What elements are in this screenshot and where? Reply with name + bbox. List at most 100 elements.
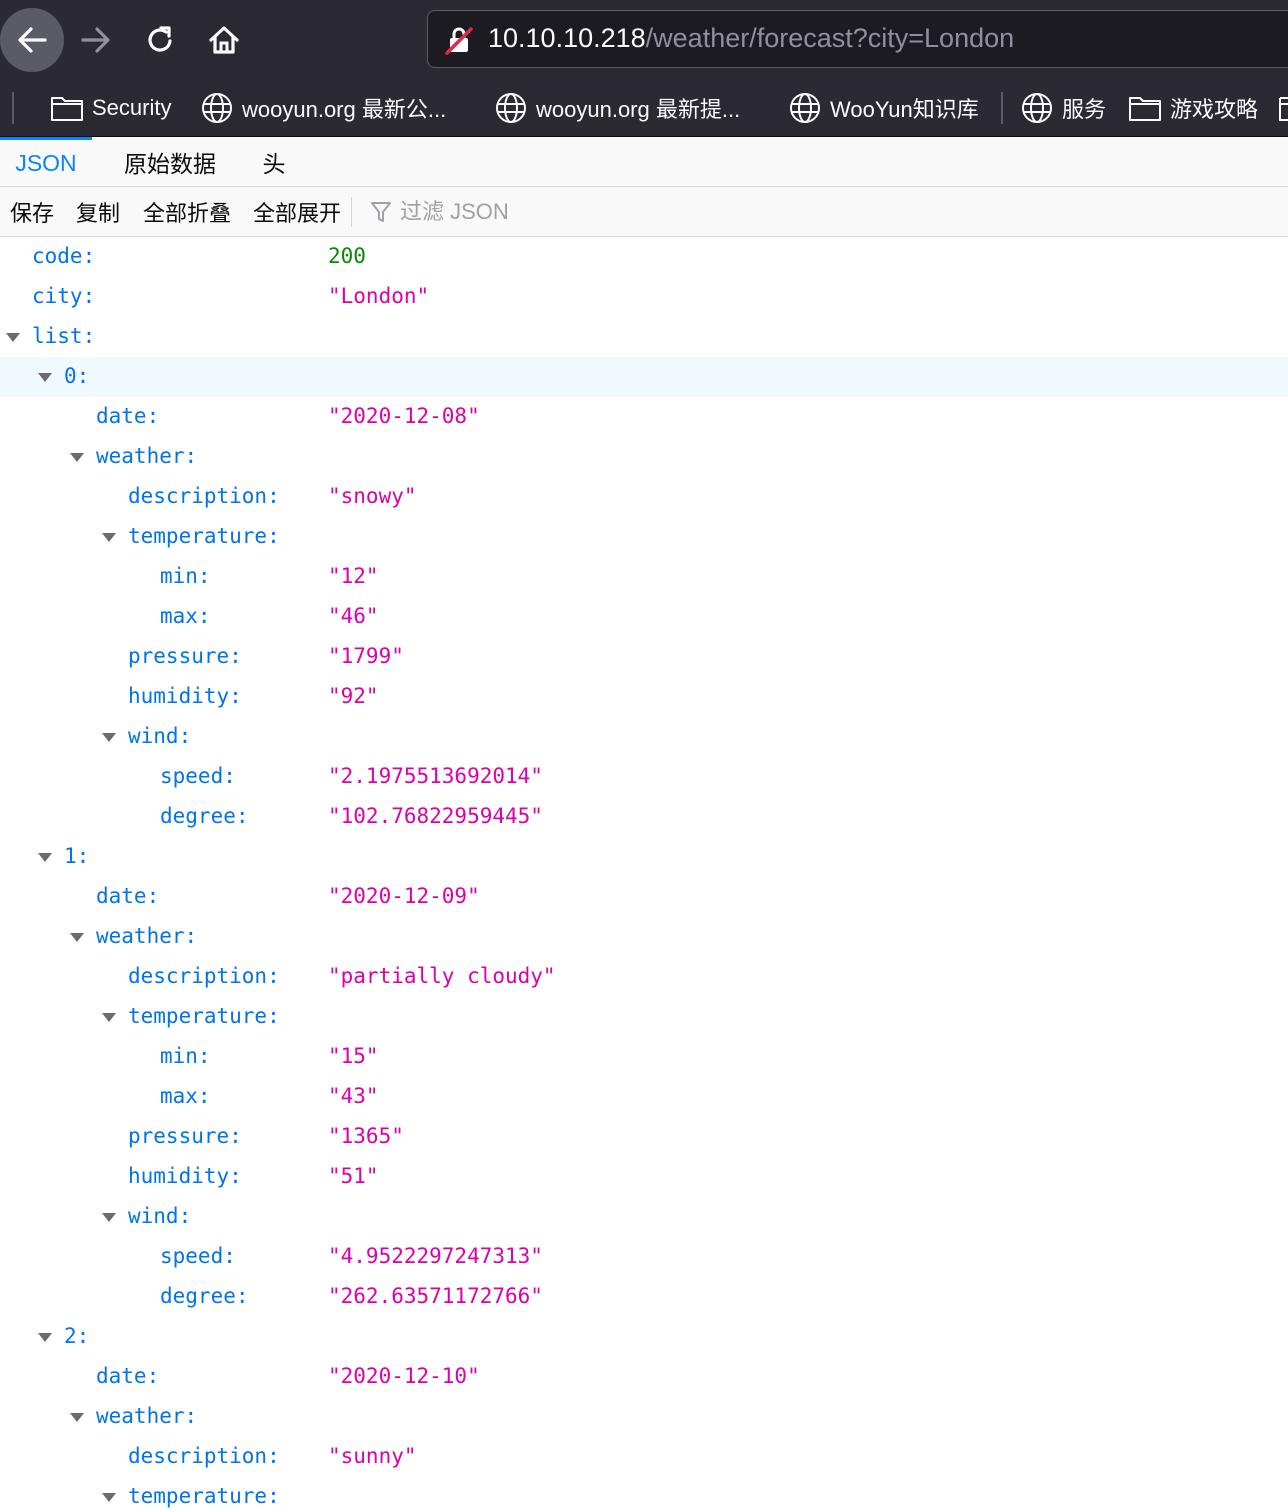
json-tree-row[interactable]: code: 200 [0, 237, 1288, 277]
json-tree-row[interactable]: degree: "102.76822959445" [0, 797, 1288, 837]
json-viewer-tabs: JSON 原始数据 头 [0, 137, 1288, 187]
home-button[interactable] [192, 8, 256, 72]
filter-json-input[interactable] [400, 198, 700, 225]
expand-toggle-icon[interactable] [102, 1013, 116, 1022]
json-tree-row[interactable]: weather: [0, 1397, 1288, 1437]
json-key: 1: [64, 844, 90, 868]
json-key: degree: [160, 804, 249, 828]
bookmark-wooyun-public[interactable]: wooyun.org 最新公... [200, 89, 446, 127]
action-separator [351, 197, 352, 227]
json-tree-row[interactable]: description: "sunny" [0, 1437, 1288, 1477]
reload-button[interactable] [128, 8, 192, 72]
tab-json[interactable]: JSON [0, 137, 92, 186]
json-tree-row[interactable]: list: [0, 317, 1288, 357]
json-key: pressure: [128, 644, 242, 668]
json-tree-row[interactable]: wind: [0, 1197, 1288, 1237]
json-tree-row[interactable]: max: "46" [0, 597, 1288, 637]
expand-toggle-icon[interactable] [38, 1333, 52, 1342]
json-tree-row[interactable]: 0: [0, 357, 1288, 397]
json-value: "1799" [328, 644, 404, 668]
json-tree-row[interactable]: speed: "2.1975513692014" [0, 757, 1288, 797]
expand-toggle-icon[interactable] [70, 933, 84, 942]
bookmark-overflow[interactable] [1278, 89, 1288, 127]
json-tree-row[interactable]: humidity: "92" [0, 677, 1288, 717]
expand-toggle-icon[interactable] [70, 1413, 84, 1422]
expand-toggle-icon[interactable] [38, 853, 52, 862]
json-key: temperature: [128, 1484, 280, 1508]
json-tree-row[interactable]: 2: [0, 1317, 1288, 1357]
expand-toggle-icon[interactable] [102, 1213, 116, 1222]
json-key: speed: [160, 764, 236, 788]
json-key: description: [128, 964, 280, 988]
bookmark-security[interactable]: Security [50, 89, 171, 127]
json-value: 200 [328, 244, 366, 268]
json-tree-row[interactable]: pressure: "1799" [0, 637, 1288, 677]
json-tree-row[interactable]: min: "12" [0, 557, 1288, 597]
json-tree-row[interactable]: date: "2020-12-09" [0, 877, 1288, 917]
json-tree-row[interactable]: degree: "262.63571172766" [0, 1277, 1288, 1317]
save-button[interactable]: 保存 [10, 187, 54, 236]
bookmarks-separator [12, 92, 14, 124]
bookmark-wooyun-submit[interactable]: wooyun.org 最新提... [494, 89, 740, 127]
json-key: max: [160, 604, 211, 628]
bookmark-game-guides[interactable]: 游戏攻略 [1128, 89, 1258, 127]
expand-all-button[interactable]: 全部展开 [253, 187, 341, 236]
json-tree-row[interactable]: max: "43" [0, 1077, 1288, 1117]
json-tree-row[interactable]: speed: "4.9522297247313" [0, 1237, 1288, 1277]
json-value: "12" [328, 564, 379, 588]
expand-toggle-icon[interactable] [102, 733, 116, 742]
json-tree-row[interactable]: date: "2020-12-10" [0, 1357, 1288, 1397]
tab-headers[interactable]: 头 [248, 137, 300, 186]
json-tree-row[interactable]: date: "2020-12-08" [0, 397, 1288, 437]
json-tree-row[interactable]: temperature: [0, 517, 1288, 557]
bookmark-services[interactable]: 服务 [1020, 89, 1106, 127]
json-tree-row[interactable]: min: "15" [0, 1037, 1288, 1077]
json-value: "262.63571172766" [328, 1284, 543, 1308]
json-tree-row[interactable]: humidity: "51" [0, 1157, 1288, 1197]
json-tree-row[interactable]: description: "partially cloudy" [0, 957, 1288, 997]
expand-toggle-icon[interactable] [6, 333, 20, 342]
expand-toggle-icon[interactable] [38, 373, 52, 382]
bookmark-wooyun-kb[interactable]: WooYun知识库 [788, 89, 979, 127]
forward-button[interactable] [64, 8, 128, 72]
bookmarks-separator [1001, 92, 1003, 124]
json-tree-row[interactable]: temperature: [0, 997, 1288, 1037]
json-tree-row[interactable]: weather: [0, 917, 1288, 957]
home-icon [209, 26, 239, 54]
json-key: humidity: [128, 684, 242, 708]
insecure-lock-icon [445, 27, 473, 55]
json-tree-row[interactable]: city: "London" [0, 277, 1288, 317]
json-key: weather: [96, 444, 198, 468]
json-tree-row[interactable]: wind: [0, 717, 1288, 757]
json-value: "sunny" [328, 1444, 417, 1468]
copy-button[interactable]: 复制 [76, 187, 120, 236]
json-tree-row[interactable]: 1: [0, 837, 1288, 877]
url-bar[interactable]: 10.10.10.218/weather/forecast?city=Londo… [427, 10, 1288, 68]
expand-toggle-icon[interactable] [70, 453, 84, 462]
json-value: "46" [328, 604, 379, 628]
expand-toggle-icon[interactable] [102, 1493, 116, 1502]
json-key: list: [32, 324, 96, 348]
json-value: "43" [328, 1084, 379, 1108]
json-tree-row[interactable]: temperature: [0, 1477, 1288, 1512]
json-tree-row[interactable]: weather: [0, 437, 1288, 477]
filter-icon [371, 201, 391, 222]
json-key: min: [160, 1044, 211, 1068]
json-value: "2.1975513692014" [328, 764, 543, 788]
back-button[interactable] [0, 8, 64, 72]
browser-toolbar: 10.10.10.218/weather/forecast?city=Londo… [0, 0, 1288, 80]
json-value: "1365" [328, 1124, 404, 1148]
json-key: code: [32, 244, 96, 268]
json-key: 0: [64, 364, 90, 388]
json-tree-row[interactable]: pressure: "1365" [0, 1117, 1288, 1157]
json-tree-row[interactable]: description: "snowy" [0, 477, 1288, 517]
tab-raw-data[interactable]: 原始数据 [108, 137, 232, 186]
json-value: "London" [328, 284, 430, 308]
collapse-all-button[interactable]: 全部折叠 [143, 187, 231, 236]
url-text[interactable]: 10.10.10.218/weather/forecast?city=Londo… [488, 23, 1014, 54]
json-key: humidity: [128, 1164, 242, 1188]
expand-toggle-icon[interactable] [102, 533, 116, 542]
arrow-right-icon [81, 27, 110, 53]
json-key: date: [96, 1364, 160, 1388]
json-value: "2020-12-10" [328, 1364, 480, 1388]
